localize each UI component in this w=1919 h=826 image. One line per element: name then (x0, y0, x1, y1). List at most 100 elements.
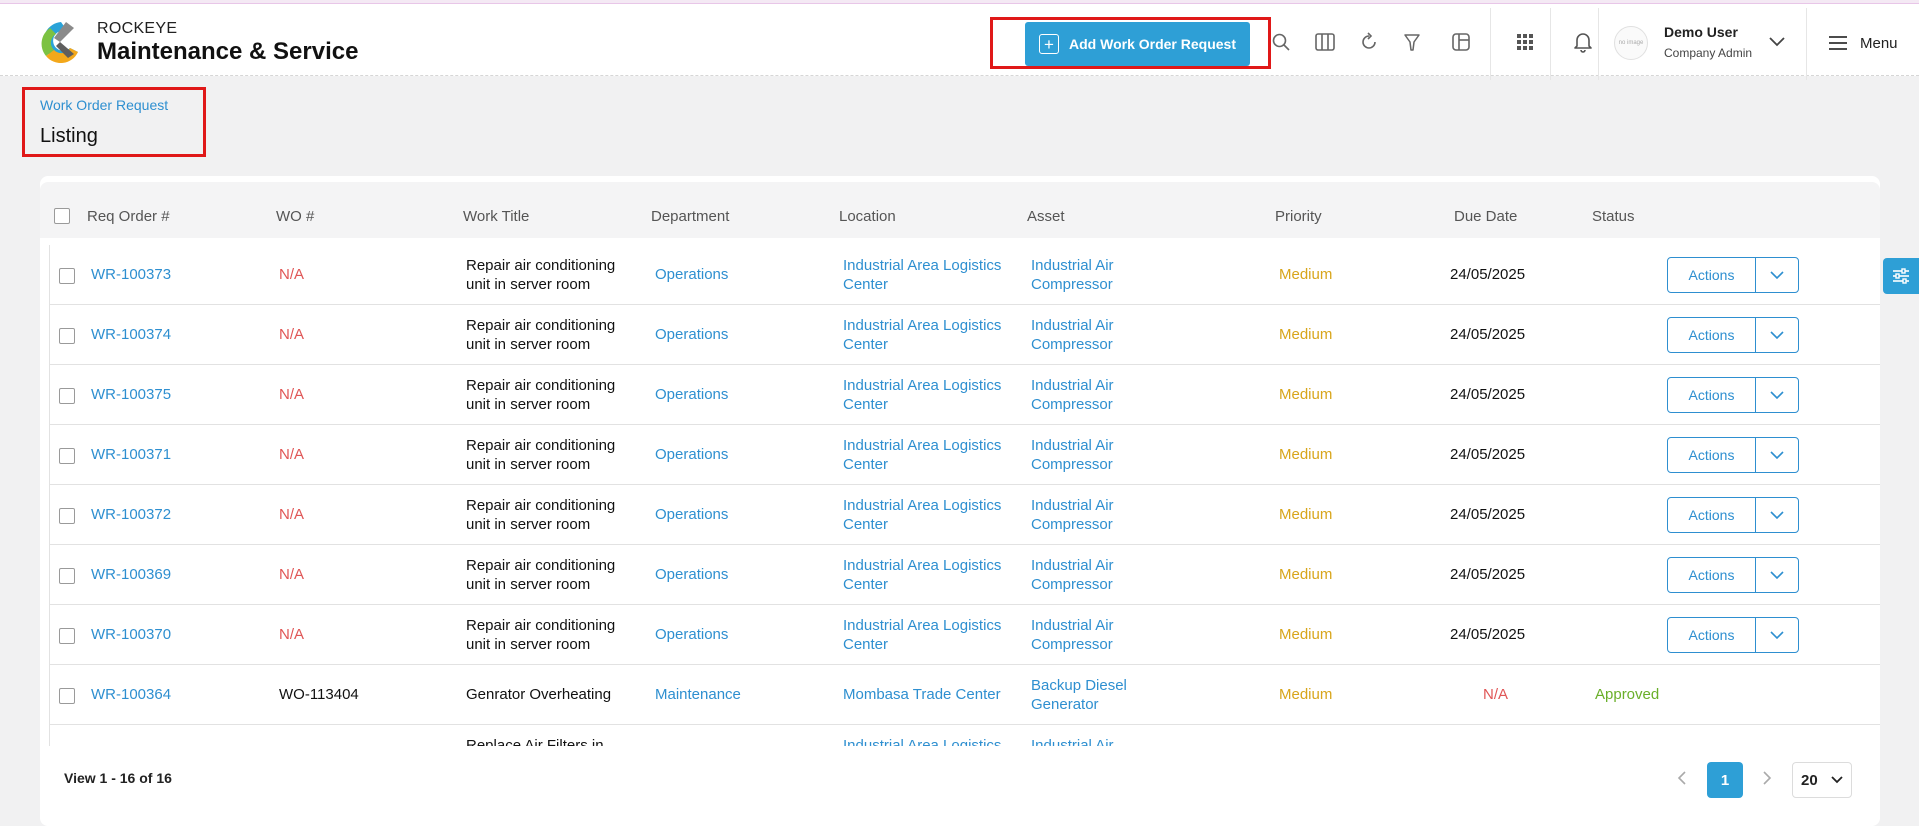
department-link[interactable]: Operations (655, 385, 728, 404)
wo-number: N/A (279, 506, 305, 523)
row-checkbox[interactable] (59, 448, 75, 464)
asset-link[interactable]: Industrial Air Compressor (1031, 376, 1114, 414)
actions-button[interactable]: Actions (1668, 318, 1756, 352)
asset-link[interactable]: Industrial Air Compressor (1031, 496, 1114, 534)
actions-button[interactable]: Actions (1668, 558, 1756, 592)
department-link[interactable]: Operations (655, 565, 728, 584)
table-row: Replace Air Filters in Industrial Area L… (50, 725, 1880, 746)
asset-link[interactable]: Industrial Air Compressor (1031, 316, 1114, 354)
asset-link[interactable]: Backup Diesel Generator (1031, 676, 1127, 714)
asset-link[interactable]: Industrial Air Compressor (1031, 616, 1114, 654)
refresh-icon[interactable] (1357, 30, 1381, 54)
column-header[interactable]: Priority (1275, 208, 1322, 225)
location-link[interactable]: Industrial Area Logistics Center (843, 436, 1001, 474)
actions-button[interactable]: Actions (1668, 498, 1756, 532)
page-size-select[interactable]: 20 (1792, 762, 1852, 798)
row-checkbox[interactable] (59, 328, 75, 344)
row-checkbox[interactable] (59, 688, 75, 704)
priority: Medium (1279, 506, 1333, 523)
row-checkbox[interactable] (59, 388, 75, 404)
req-order-link[interactable]: WR-100373 (91, 265, 171, 284)
bell-icon[interactable] (1571, 30, 1595, 54)
chevron-down-icon[interactable] (1756, 258, 1798, 292)
menu-label[interactable]: Menu (1860, 35, 1898, 52)
actions-button[interactable]: Actions (1668, 258, 1756, 292)
location-link[interactable]: Industrial Area Logistics Center (843, 256, 1001, 294)
chevron-down-icon[interactable] (1756, 318, 1798, 352)
listing-card: Req Order # WO # Work Title Department L… (40, 176, 1880, 826)
chevron-left-icon[interactable] (1670, 766, 1694, 790)
req-order-link[interactable]: WR-100364 (91, 685, 171, 704)
row-checkbox[interactable] (59, 508, 75, 524)
asset-link[interactable]: Industrial Air Compressor (1031, 556, 1114, 594)
location-link[interactable]: Industrial Area Logistics Center (843, 376, 1001, 414)
priority: Medium (1279, 626, 1333, 643)
layout-icon[interactable] (1449, 30, 1473, 54)
hamburger-icon[interactable] (1826, 31, 1850, 55)
column-header[interactable]: Location (839, 208, 896, 225)
chevron-down-icon[interactable] (1756, 498, 1798, 532)
req-order-link[interactable]: WR-100371 (91, 445, 171, 464)
select-all-checkbox[interactable] (54, 208, 70, 224)
column-header[interactable]: Work Title (463, 208, 529, 225)
asset-link[interactable]: Industrial Air (1031, 736, 1114, 746)
chevron-down-icon[interactable] (1756, 378, 1798, 412)
chevron-down-icon[interactable] (1756, 438, 1798, 472)
actions-button[interactable]: Actions (1668, 378, 1756, 412)
location-link[interactable]: Industrial Area Logistics Center (843, 496, 1001, 534)
department-link[interactable]: Operations (655, 265, 728, 284)
brand-name: ROCKEYE (97, 20, 178, 37)
actions-button[interactable]: Actions (1668, 618, 1756, 652)
chevron-down-icon[interactable] (1756, 618, 1798, 652)
actions-button-group: Actions (1667, 497, 1799, 533)
wo-number: N/A (279, 446, 305, 463)
columns-icon[interactable] (1313, 30, 1337, 54)
location-link[interactable]: Mombasa Trade Center (843, 685, 1001, 704)
header-divider (1550, 8, 1551, 80)
req-order-link[interactable]: WR-100370 (91, 625, 171, 644)
sliders-icon[interactable] (1883, 258, 1919, 294)
location-link[interactable]: Industrial Area Logistics Center (843, 616, 1001, 654)
filter-icon[interactable] (1400, 30, 1424, 54)
highlight-breadcrumb (22, 87, 206, 157)
department-link[interactable]: Operations (655, 625, 728, 644)
req-order-link[interactable]: WR-100375 (91, 385, 171, 404)
apps-grid-icon[interactable] (1513, 30, 1537, 54)
column-header[interactable]: WO # (276, 208, 314, 225)
asset-link[interactable]: Industrial Air Compressor (1031, 436, 1114, 474)
req-order-link[interactable]: WR-100369 (91, 565, 171, 584)
department-link[interactable]: Operations (655, 445, 728, 464)
table-row: WR-100369 N/A Repair air conditioning uni… (50, 545, 1880, 605)
avatar[interactable]: no image (1614, 26, 1648, 60)
wo-number: N/A (279, 566, 305, 583)
chevron-right-icon[interactable] (1755, 766, 1779, 790)
wo-number: N/A (279, 626, 305, 643)
column-header[interactable]: Asset (1027, 208, 1065, 225)
row-checkbox[interactable] (59, 628, 75, 644)
column-header[interactable]: Req Order # (87, 208, 170, 225)
column-header[interactable]: Status (1592, 208, 1635, 225)
department-link[interactable]: Maintenance (655, 685, 741, 704)
chevron-down-icon[interactable] (1756, 558, 1798, 592)
location-link[interactable]: Industrial Area Logistics (843, 736, 1001, 746)
column-header[interactable]: Department (651, 208, 729, 225)
location-link[interactable]: Industrial Area Logistics Center (843, 316, 1001, 354)
user-name[interactable]: Demo User (1664, 24, 1738, 40)
actions-button[interactable]: Actions (1668, 438, 1756, 472)
department-link[interactable]: Operations (655, 505, 728, 524)
row-checkbox[interactable] (59, 268, 75, 284)
search-icon[interactable] (1269, 30, 1293, 54)
work-title: Repair air conditioning unit in server ro… (466, 437, 616, 473)
asset-link[interactable]: Industrial Air Compressor (1031, 256, 1114, 294)
work-title: Repair air conditioning unit in server ro… (466, 317, 616, 353)
department-link[interactable]: Operations (655, 325, 728, 344)
due-date: 24/05/2025 (1450, 386, 1526, 403)
column-header[interactable]: Due Date (1454, 208, 1517, 225)
row-checkbox[interactable] (59, 568, 75, 584)
chevron-down-icon[interactable] (1765, 30, 1789, 54)
location-link[interactable]: Industrial Area Logistics Center (843, 556, 1001, 594)
actions-button-group: Actions (1667, 557, 1799, 593)
req-order-link[interactable]: WR-100374 (91, 325, 171, 344)
page-button-current[interactable]: 1 (1707, 762, 1743, 798)
req-order-link[interactable]: WR-100372 (91, 505, 171, 524)
